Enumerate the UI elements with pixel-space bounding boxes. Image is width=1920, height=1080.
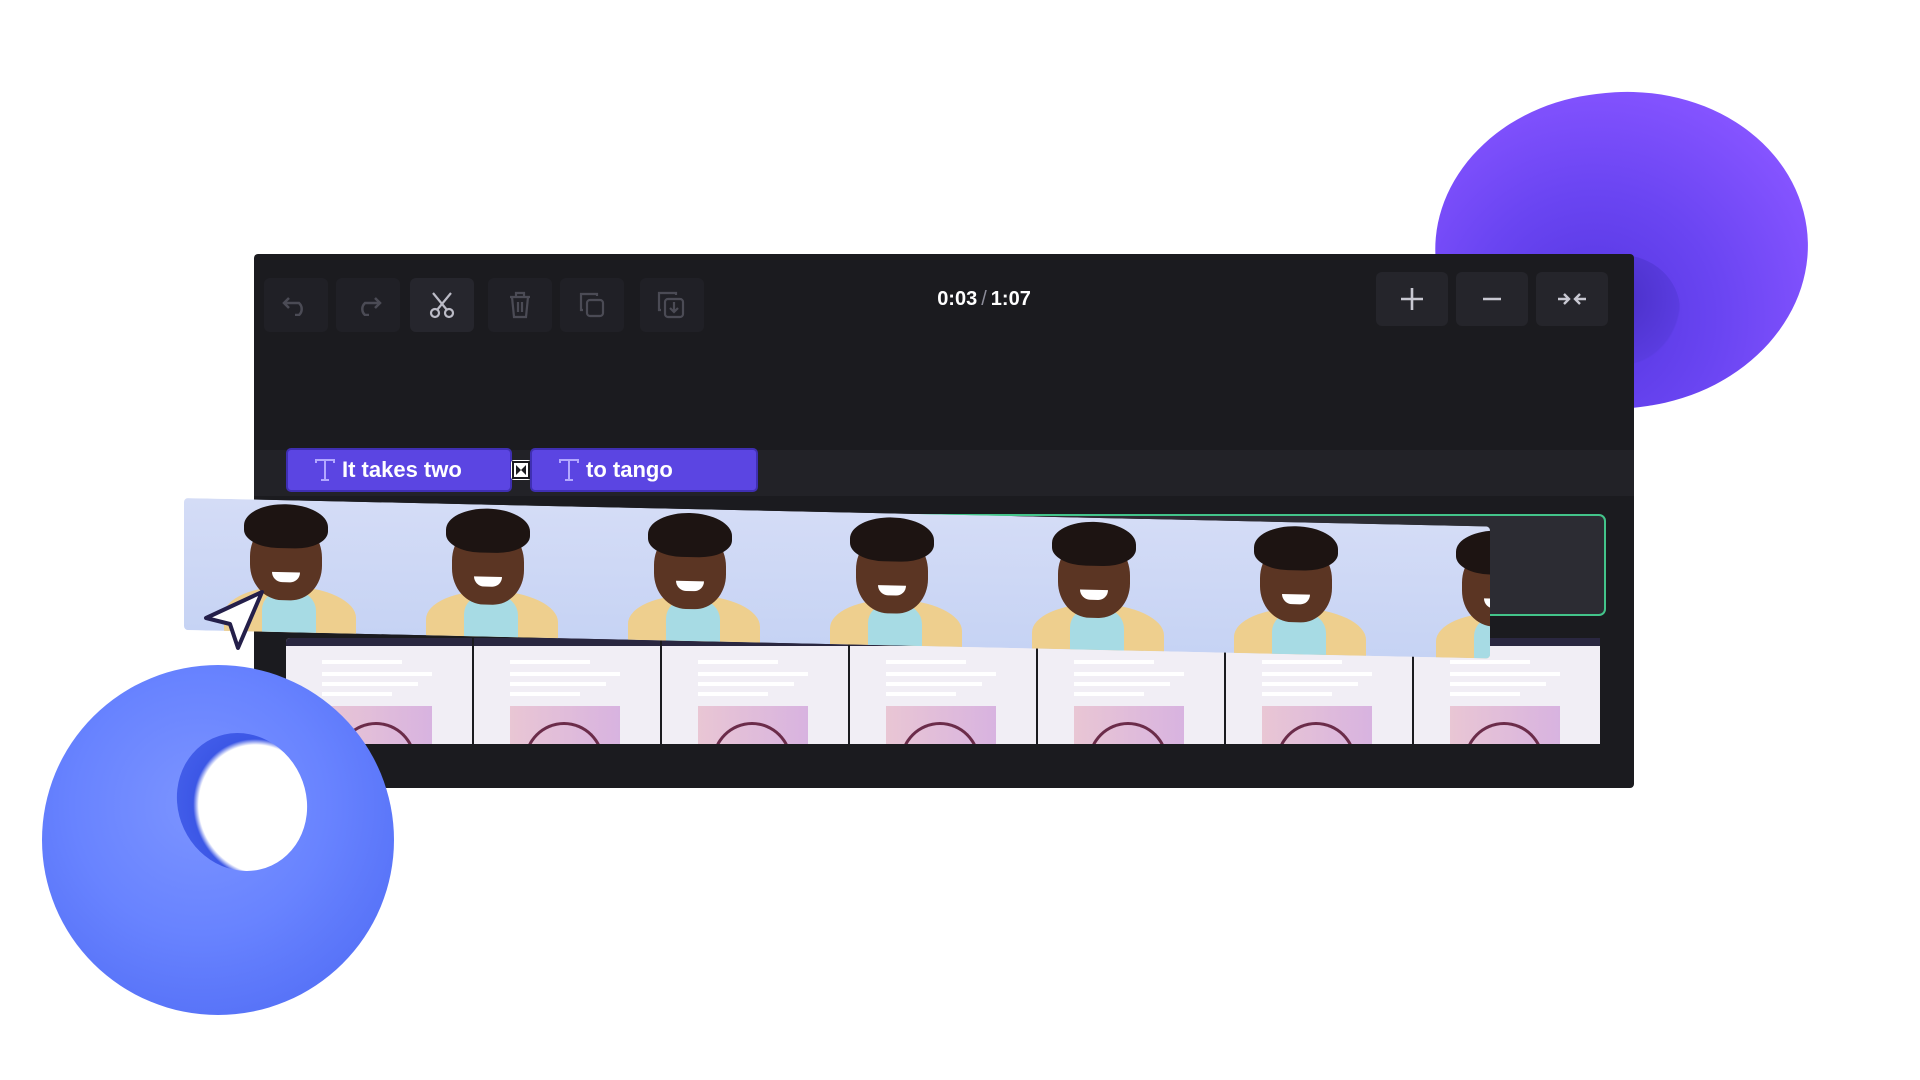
transition-icon [512,461,530,479]
video-frame [588,506,790,644]
text-clip[interactable]: It takes two [286,448,512,492]
slide-thumbnail [474,638,660,744]
slide-thumbnail [1038,638,1224,744]
undo-button[interactable] [264,278,328,332]
delete-button[interactable] [488,278,552,332]
redo-button[interactable] [336,278,400,332]
undo-icon [282,297,303,316]
video-frame [790,511,992,648]
delete-icon [510,291,530,319]
video-frame [1396,524,1490,659]
slide-thumbnail [662,638,848,744]
text-clip[interactable]: to tango [530,448,758,492]
time-separator: / [981,288,987,310]
zoom-in-button[interactable] [1376,272,1448,326]
video-frame [992,515,1194,653]
download-icon [657,291,685,319]
duplicate-button[interactable] [560,278,624,332]
collapse-arrows-icon [1558,293,1586,305]
total-time: 1:07 [990,288,1031,310]
current-time: 0:03 [937,288,978,310]
cursor-arrow-icon [204,590,264,650]
zoom-out-button[interactable] [1456,272,1528,326]
plus-icon [1401,288,1423,310]
minus-icon [1483,297,1501,301]
text-clip-label: to tango [586,457,673,482]
redo-icon [361,297,382,316]
text-clip-label: It takes two [342,457,462,482]
slide-thumbnail [850,638,1036,744]
video-frame [1194,520,1396,657]
transition-button[interactable] [511,460,531,480]
split-button[interactable] [410,278,474,332]
duplicate-icon [579,292,605,318]
fit-to-screen-button[interactable] [1536,272,1608,326]
download-button[interactable] [640,278,704,332]
playback-time: 0:03/1:07 [894,288,1074,311]
split-icon [429,292,455,319]
video-frame [386,502,588,639]
text-icon [559,459,579,481]
text-icon [315,459,335,481]
